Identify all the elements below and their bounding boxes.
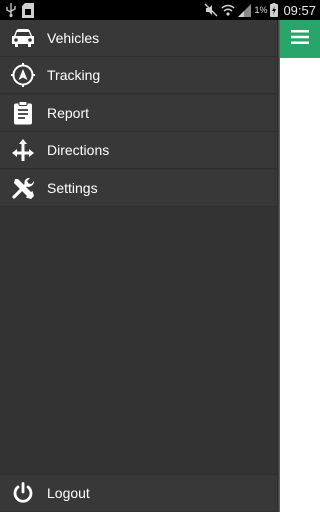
- clipboard-icon: [11, 101, 35, 125]
- hamburger-icon: [291, 29, 309, 50]
- usb-icon: [6, 3, 16, 17]
- menu-item-logout[interactable]: Logout: [0, 474, 277, 511]
- car-icon: [11, 26, 35, 50]
- charging-icon: [270, 3, 279, 17]
- status-right-icons: 1% 09:57: [204, 0, 316, 20]
- mute-icon: [204, 3, 218, 17]
- power-icon: [11, 481, 35, 505]
- status-left-icons: [6, 2, 34, 18]
- status-bar: 1% 09:57: [0, 0, 320, 20]
- directions-icon: [11, 138, 35, 162]
- menu-label-settings: Settings: [47, 180, 98, 196]
- menu-toggle-button[interactable]: [280, 20, 320, 58]
- menu-item-tracking[interactable]: Tracking: [0, 57, 277, 94]
- menu-item-vehicles[interactable]: Vehicles: [0, 20, 277, 57]
- menu-label-logout: Logout: [47, 485, 90, 501]
- main-content: [280, 20, 320, 512]
- menu-item-settings[interactable]: Settings: [0, 170, 277, 207]
- navigation-icon: [11, 63, 35, 87]
- sd-card-icon: [22, 2, 34, 18]
- wifi-icon: [221, 3, 235, 17]
- menu-label-report: Report: [47, 105, 90, 121]
- menu-label-vehicles: Vehicles: [47, 30, 100, 46]
- signal-icon: [238, 3, 252, 17]
- tools-icon: [11, 176, 35, 200]
- menu-item-directions[interactable]: Directions: [0, 132, 277, 169]
- menu-label-directions: Directions: [47, 142, 110, 158]
- battery-percent: 1%: [254, 5, 268, 15]
- clock: 09:57: [283, 2, 316, 18]
- menu-label-tracking: Tracking: [47, 67, 101, 83]
- menu-item-report[interactable]: Report: [0, 95, 277, 132]
